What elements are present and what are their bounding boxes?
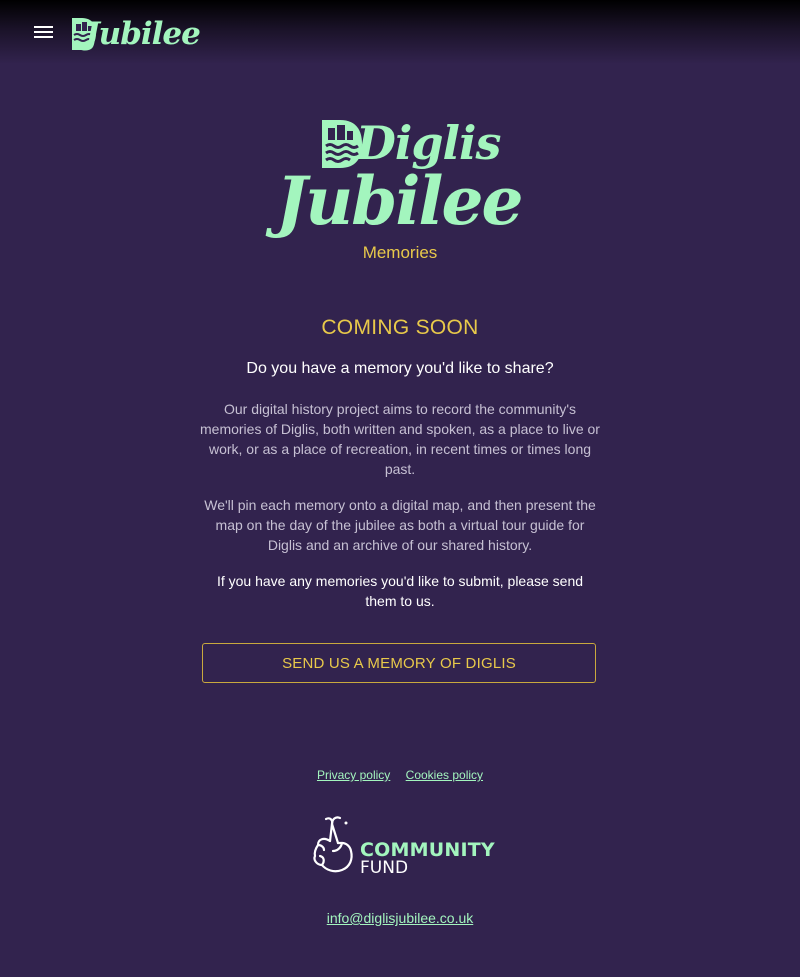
logo-jubilee-text: Jubilee — [276, 162, 523, 240]
community-fund-logo: COMMUNITY FUND — [308, 815, 495, 878]
send-memory-button[interactable]: SEND US A MEMORY OF DIGLIS — [202, 643, 596, 683]
contact-email: info@diglisjubilee.co.uk — [0, 910, 800, 926]
footer-links: Privacy policy Cookies policy — [0, 768, 800, 782]
map-paragraph: We'll pin each memory onto a digital map… — [204, 497, 596, 553]
header-logo-text: Jubilee — [85, 16, 201, 52]
header-logo[interactable]: Jubilee — [72, 14, 201, 54]
top-app-bar: Jubilee — [0, 0, 800, 64]
crossed-fingers-icon — [313, 816, 353, 873]
diglis-jubilee-logo: Diglis Jubilee — [270, 115, 530, 255]
privacy-policy-link[interactable]: Privacy policy — [317, 768, 390, 782]
hamburger-menu-icon[interactable] — [34, 25, 54, 41]
menu-bar-line — [34, 36, 53, 38]
menu-bar-line — [34, 26, 53, 28]
status-heading: COMING SOON — [321, 316, 479, 339]
submit-paragraph: If you have any memories you'd like to s… — [216, 573, 584, 609]
menu-bar-line — [34, 31, 53, 33]
intro-paragraph: Our digital history project aims to reco… — [200, 401, 600, 477]
fund-logo-line2: FUND — [360, 858, 409, 878]
logo-subtitle: Memories — [362, 243, 438, 262]
email-link[interactable]: info@diglisjubilee.co.uk — [327, 910, 474, 926]
cookies-policy-link[interactable]: Cookies policy — [406, 768, 483, 782]
question-heading: Do you have a memory you'd like to share… — [246, 360, 554, 377]
